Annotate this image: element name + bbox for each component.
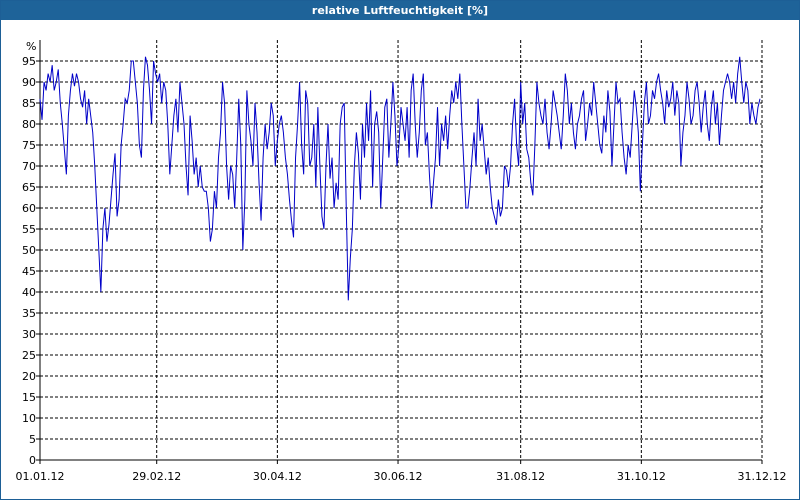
y-tick-label: 5 — [29, 433, 36, 446]
y-tick-label: 25 — [22, 349, 36, 362]
y-tick-label: 30 — [22, 328, 36, 341]
y-tick-label: 80 — [22, 118, 36, 131]
x-tick-label: 31.12.12 — [738, 470, 787, 483]
y-tick-label: 40 — [22, 286, 36, 299]
y-tick-label: 20 — [22, 370, 36, 383]
y-tick-label: 60 — [22, 202, 36, 215]
y-axis-unit: % — [26, 40, 36, 53]
x-tick-label: 29.02.12 — [132, 470, 181, 483]
y-tick-label: 10 — [22, 412, 36, 425]
x-tick-label: 31.10.12 — [617, 470, 666, 483]
x-tick-label: 30.04.12 — [253, 470, 302, 483]
y-tick-label: 65 — [22, 181, 36, 194]
y-tick-label: 95 — [22, 55, 36, 68]
y-tick-label: 0 — [29, 454, 36, 467]
x-axis-ticks: 01.01.12 29.02.12 30.04.12 30.06.12 31.08.12… — [16, 460, 787, 483]
y-axis-ticks: 0 5 10 15 20 25 30 35 40 45 50 55 60 65 70 75 80 85 90 95 — [22, 55, 40, 467]
y-tick-label: 15 — [22, 391, 36, 404]
x-tick-label: 01.01.12 — [16, 470, 65, 483]
y-tick-label: 70 — [22, 160, 36, 173]
y-tick-label: 50 — [22, 244, 36, 257]
y-tick-label: 90 — [22, 76, 36, 89]
x-tick-label: 30.06.12 — [374, 470, 423, 483]
y-tick-label: 35 — [22, 307, 36, 320]
y-tick-label: 55 — [22, 223, 36, 236]
y-tick-label: 85 — [22, 97, 36, 110]
x-tick-label: 31.08.12 — [496, 470, 545, 483]
y-tick-label: 45 — [22, 265, 36, 278]
y-tick-label: 75 — [22, 139, 36, 152]
humidity-chart: 0 5 10 15 20 25 30 35 40 45 50 55 60 65 70 75 80 85 90 95 0… — [16, 40, 787, 483]
